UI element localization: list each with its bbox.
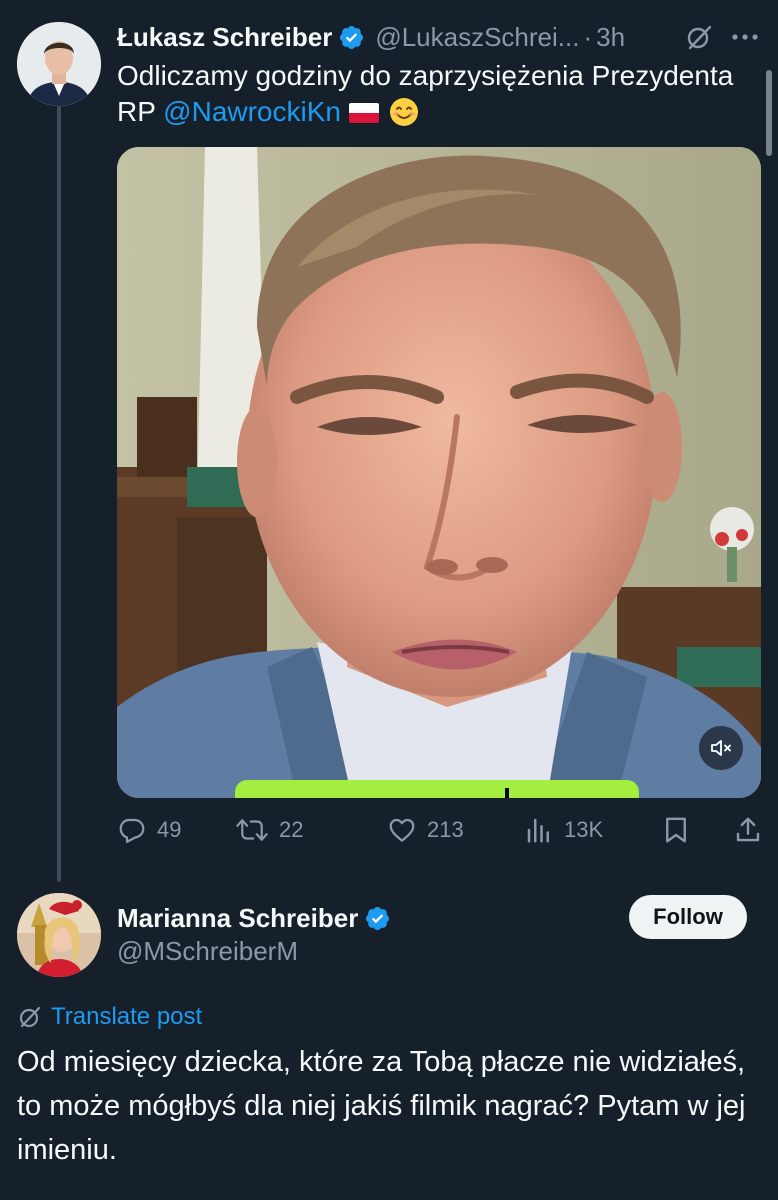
mute-icon: [711, 740, 731, 756]
like-icon: [389, 818, 415, 842]
follow-button[interactable]: Follow: [629, 895, 747, 939]
reply-icon: [119, 818, 145, 843]
avatar-lukasz[interactable]: [17, 22, 101, 106]
tweet1-text: Odliczamy godziny do zaprzysiężenia Prez…: [117, 58, 767, 130]
author-handle[interactable]: @MSchreiberM: [117, 936, 298, 967]
tweet1-header: Łukasz Schreiber @LukaszSchrei... · 3h: [117, 17, 767, 57]
like-button[interactable]: 213: [387, 812, 464, 848]
bookmark-icon: [666, 817, 686, 843]
tweet1-action-bar: 49 22 213 13K: [117, 812, 767, 848]
tweet2-name-row: Marianna Schreiber: [117, 898, 401, 938]
video-frame: [117, 147, 761, 798]
share-icon: [736, 817, 760, 842]
separator-dot: ·: [583, 21, 593, 52]
author-name[interactable]: Łukasz Schreiber: [117, 22, 332, 53]
thread-connector-line: [57, 92, 61, 882]
author-handle[interactable]: @LukaszSchrei...: [375, 22, 579, 53]
share-button[interactable]: [733, 812, 763, 848]
translate-post-link[interactable]: Translate post: [17, 1000, 202, 1034]
views-count: 13K: [564, 817, 604, 842]
translate-icon: [19, 1006, 41, 1028]
video-player[interactable]: [117, 147, 761, 798]
author-name[interactable]: Marianna Schreiber: [117, 903, 358, 934]
timestamp[interactable]: 3h: [596, 22, 625, 53]
more-icon[interactable]: [730, 24, 760, 50]
repost-icon: [236, 819, 268, 841]
views-button[interactable]: 13K: [524, 812, 603, 848]
reply-count: 49: [157, 817, 182, 842]
grok-icon[interactable]: [686, 24, 712, 50]
caption-bar: [235, 780, 639, 798]
verified-badge-icon: [338, 24, 365, 51]
repost-button[interactable]: 22: [235, 812, 303, 848]
avatar-marianna[interactable]: [17, 893, 101, 977]
tweet2-text: Od miesięcy dziecka, które za Tobą płacz…: [17, 1046, 746, 1166]
mention-link[interactable]: @NawrockiKn: [163, 96, 341, 127]
verified-badge-icon: [364, 905, 391, 932]
translate-label[interactable]: Translate post: [51, 1003, 202, 1031]
poland-flag-emoji: [348, 103, 379, 123]
reply-button[interactable]: 49: [117, 812, 181, 848]
bookmark-button[interactable]: [661, 812, 691, 848]
mute-button[interactable]: [699, 726, 743, 770]
like-count: 213: [427, 817, 464, 842]
repost-count: 22: [279, 817, 304, 842]
views-icon: [527, 818, 549, 843]
smiling-face-emoji: [389, 97, 419, 127]
timeline: Łukasz Schreiber @LukaszSchrei... · 3h O…: [0, 0, 778, 1200]
